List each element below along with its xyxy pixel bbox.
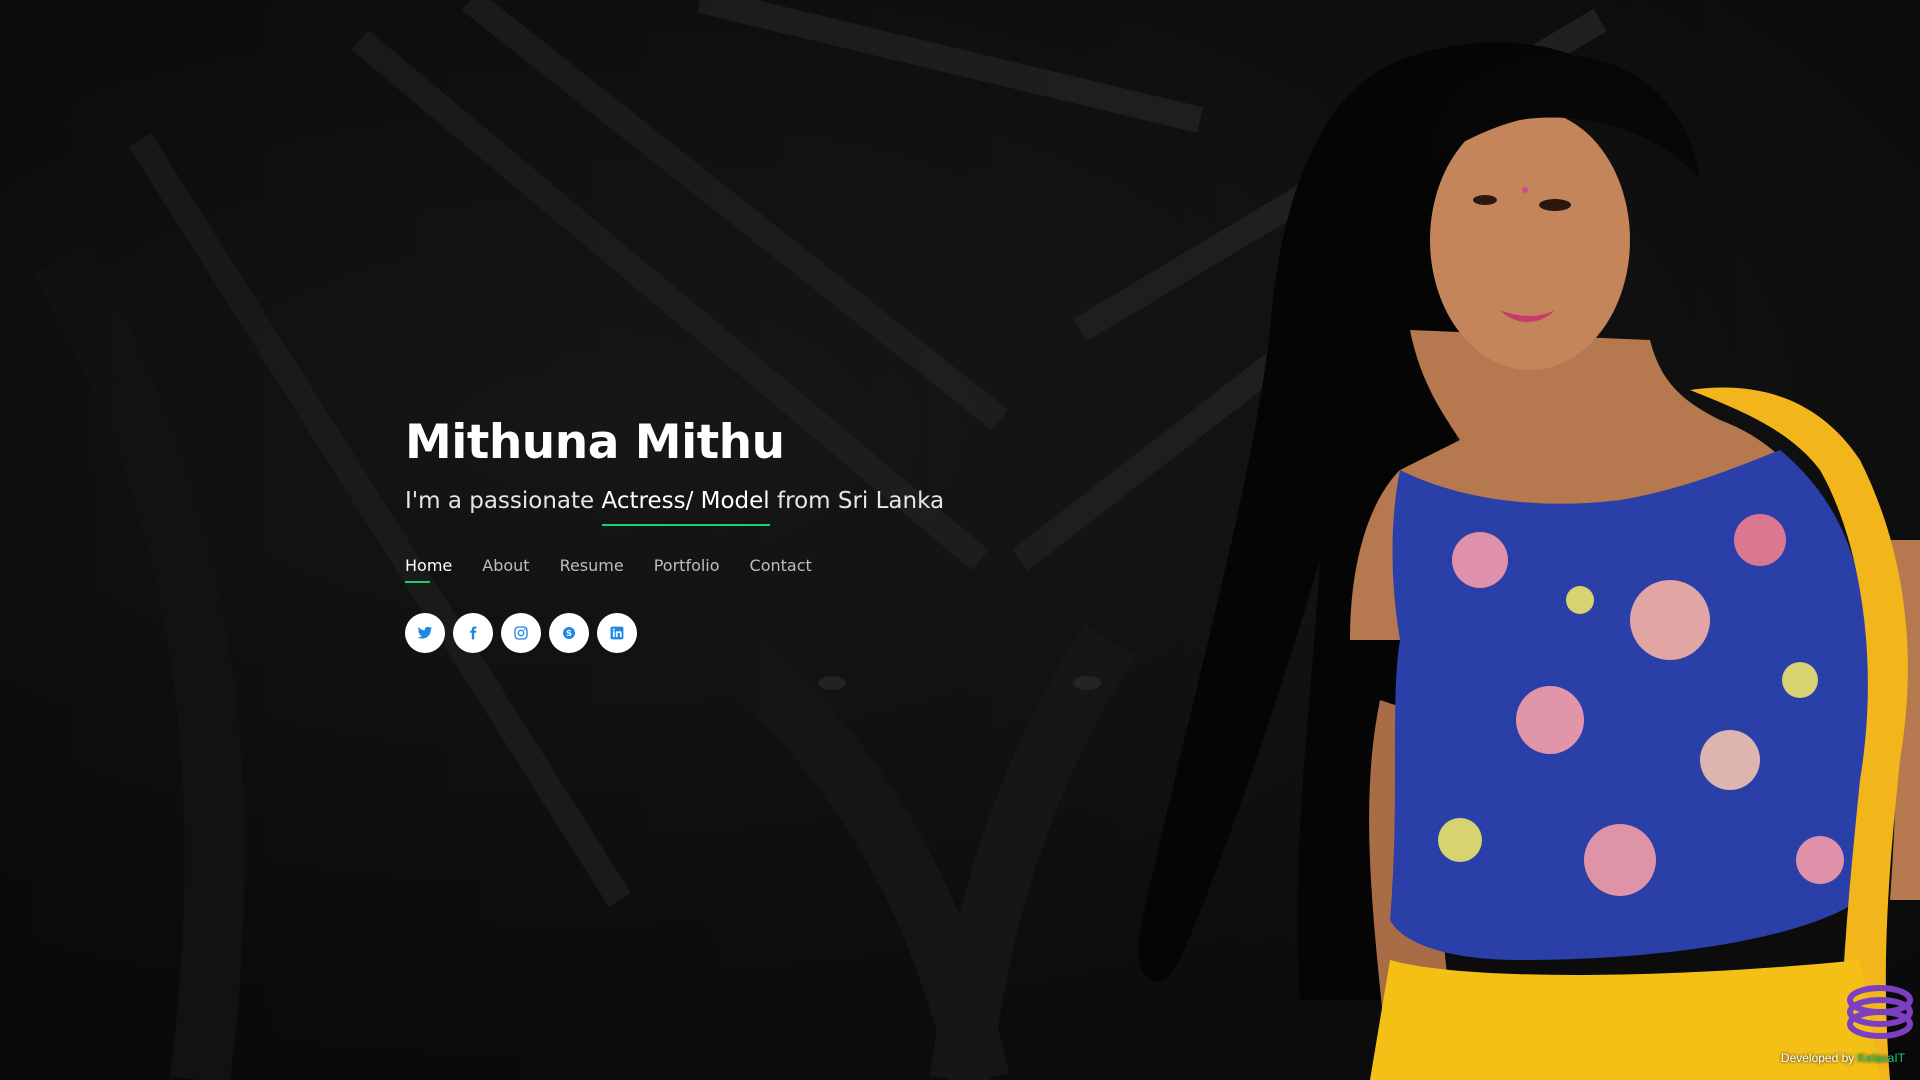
hero-name: Mithuna Mithu [405, 415, 785, 470]
instagram-icon[interactable] [501, 613, 541, 653]
facebook-icon[interactable] [453, 613, 493, 653]
svg-text:S: S [566, 629, 572, 638]
skype-icon[interactable]: S [549, 613, 589, 653]
tagline-prefix: I'm a passionate [405, 488, 595, 514]
footer-credits: Developed by KelaxaIT [1781, 1051, 1905, 1065]
nav-item-portfolio[interactable]: Portfolio [654, 556, 720, 583]
tagline-suffix: from Sri Lanka [777, 488, 945, 514]
credits-developer-link[interactable]: KelaxaIT [1858, 1051, 1905, 1065]
social-links: S [405, 613, 1105, 653]
main-nav: Home About Resume Portfolio Contact [405, 556, 1105, 583]
portrait-image [1138, 42, 1920, 1080]
twitter-icon[interactable] [405, 613, 445, 653]
nav-item-resume[interactable]: Resume [560, 556, 624, 583]
tagline-typed-text: Actress/ Model [601, 484, 770, 526]
linkedin-icon[interactable] [597, 613, 637, 653]
hero-content: Mithuna Mithu I'm a passionate Actress/ … [405, 412, 1105, 653]
credits-prefix: Developed by [1780, 1051, 1855, 1065]
nav-item-home[interactable]: Home [405, 556, 452, 583]
nav-item-about[interactable]: About [482, 556, 529, 583]
nav-item-contact[interactable]: Contact [750, 556, 812, 583]
hero-tagline: I'm a passionate Actress/ Model from Sri… [405, 484, 1105, 526]
hero-section: Mithuna Mithu I'm a passionate Actress/ … [0, 0, 1920, 1080]
